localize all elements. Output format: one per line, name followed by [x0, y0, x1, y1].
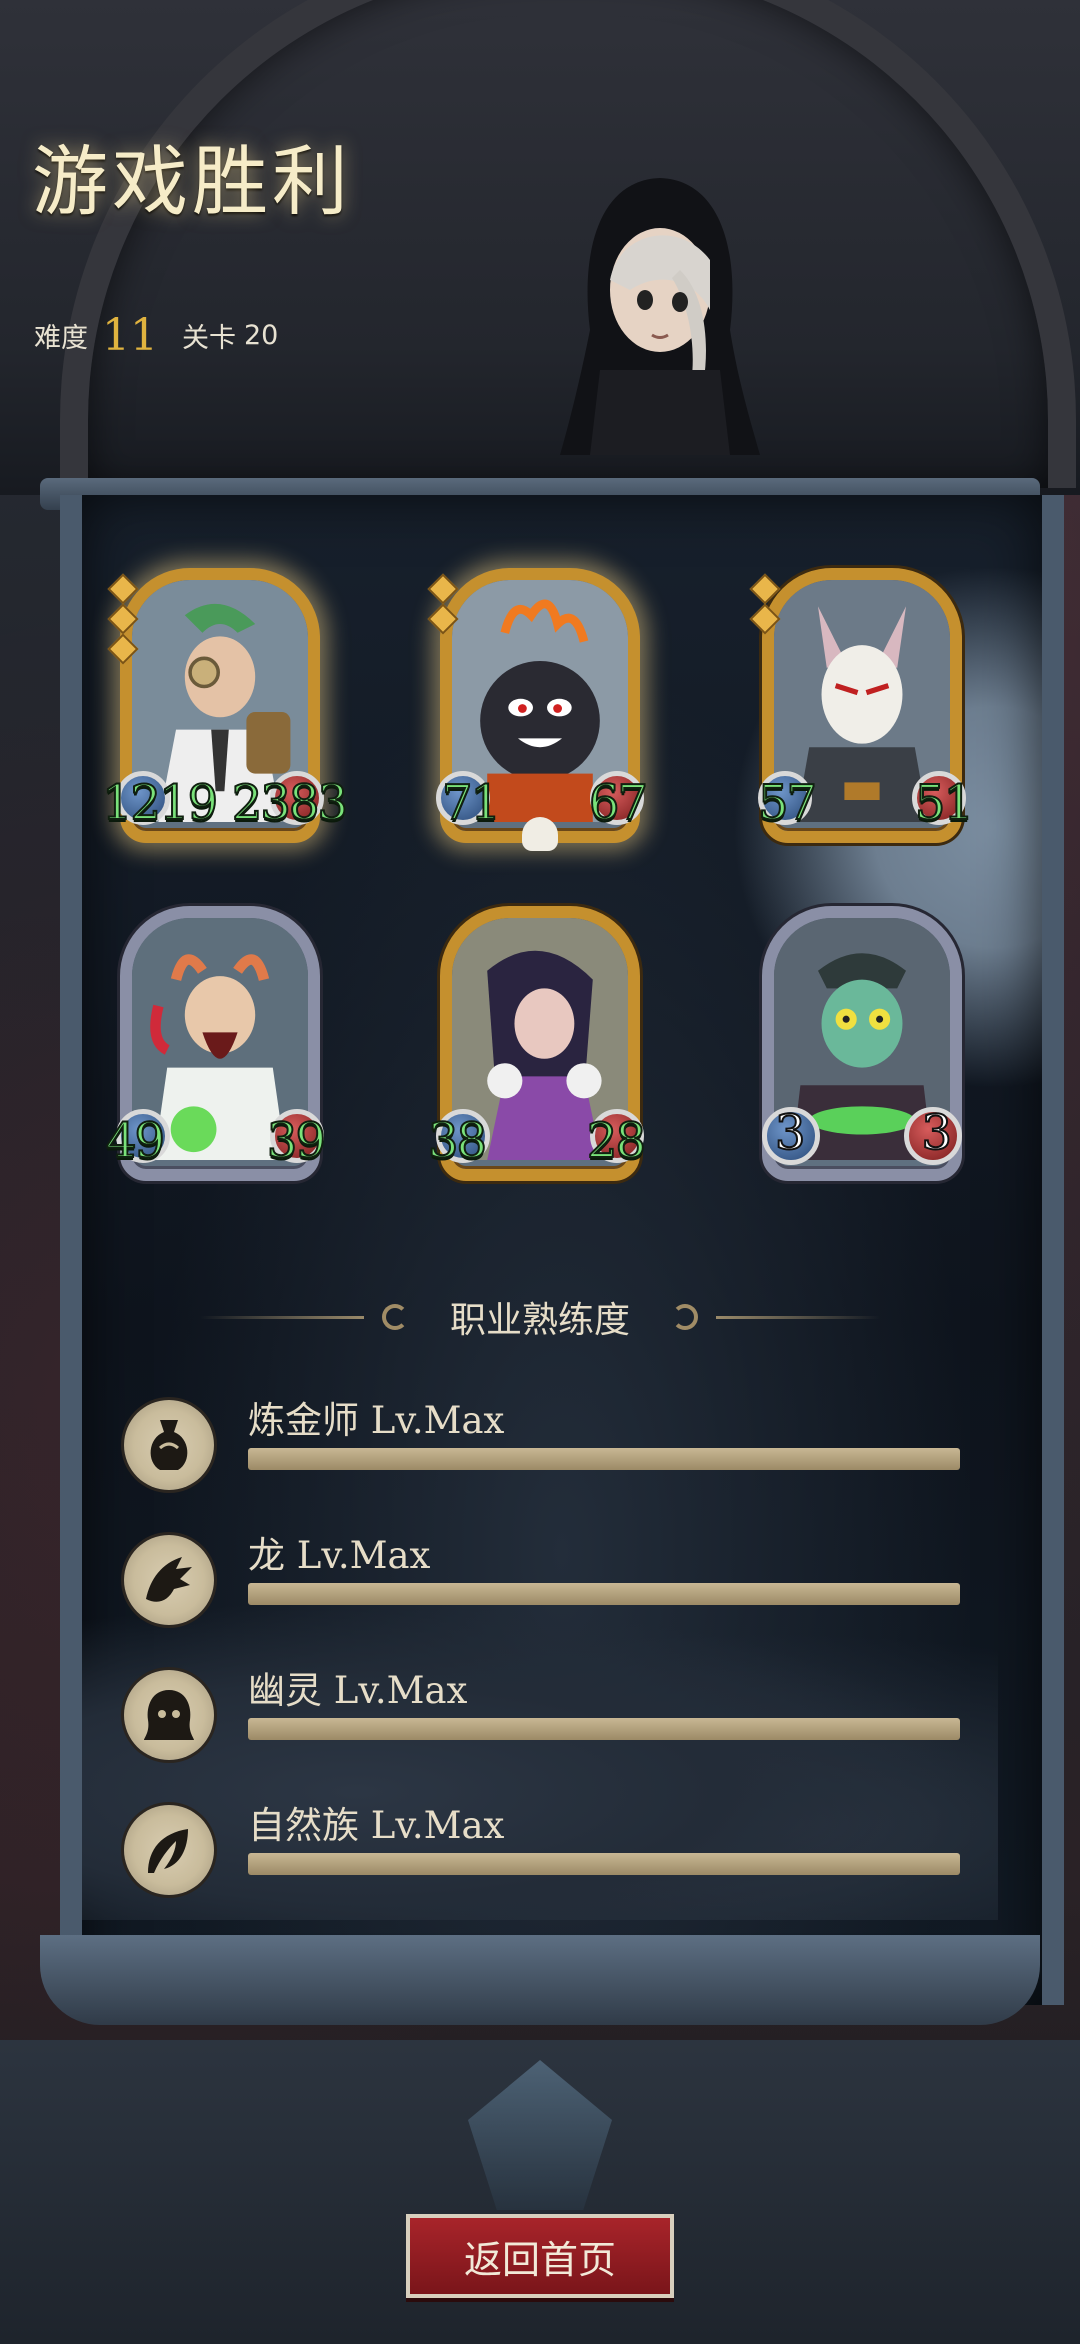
panel-bottom-rim [40, 1935, 1040, 2025]
difficulty-label: 难度 [34, 323, 88, 354]
nature-class-icon [124, 1805, 214, 1895]
card-star-rank [107, 573, 139, 668]
mastery-progress-fill [248, 1583, 960, 1605]
card-health: 28 [586, 1112, 647, 1170]
card-attack: 71 [441, 774, 502, 832]
card-health: 39 [266, 1112, 327, 1170]
zombie-card[interactable]: 3 3 [762, 906, 962, 1181]
alchemist-class-icon [124, 1400, 214, 1490]
mastery-label: 龙 Lv.Max [248, 1534, 431, 1577]
ghost-class-icon [124, 1670, 214, 1760]
card-attack: 3 [774, 1104, 806, 1162]
mastery-row-alchemist: 炼金师 Lv.Max [124, 1390, 964, 1490]
swirl-ornament-icon [672, 1304, 699, 1330]
mastery-label: 自然族 Lv.Max [248, 1804, 505, 1847]
section-title: 职业熟练度 [450, 1300, 631, 1341]
mastery-progress-bar [248, 1583, 960, 1605]
mastery-progress-bar [248, 1718, 960, 1740]
class-mastery-heading: 职业熟练度 [200, 1295, 881, 1341]
mastery-progress-fill [248, 1448, 960, 1470]
victory-header: 游戏胜利 难度 11 关卡 20 [0, 0, 1080, 495]
card-star-rank [427, 573, 459, 638]
stage-value: 20 [244, 320, 279, 351]
mastery-row-nature: 自然族 Lv.Max [124, 1795, 964, 1895]
card-attack: 1219 [101, 774, 219, 832]
stone-base-decoration [0, 2040, 1080, 2344]
card-attack: 57 [757, 774, 818, 832]
alchemist-card[interactable]: 1219 2383 [101, 568, 349, 843]
mad-scientist-card[interactable]: 49 39 [105, 906, 327, 1181]
dragon-class-icon [124, 1535, 214, 1625]
return-home-button[interactable]: 返回首页 [406, 2214, 674, 2298]
mastery-progress-fill [248, 1718, 960, 1740]
bomb-card[interactable]: 71 67 [427, 568, 649, 851]
mastery-row-dragon: 龙 Lv.Max [124, 1525, 964, 1625]
mastery-progress-bar [248, 1448, 960, 1470]
card-health: 2383 [231, 774, 349, 832]
page-title: 游戏胜利 [32, 137, 352, 226]
card-health: 3 [920, 1104, 952, 1162]
level-info: 难度 11 关卡 20 [34, 310, 278, 361]
card-star-rank [749, 573, 781, 638]
heading-divider-right [716, 1315, 881, 1319]
card-attack: 38 [427, 1112, 488, 1170]
mastery-progress-fill [248, 1853, 960, 1875]
swirl-ornament-icon [382, 1304, 408, 1330]
mastery-label: 幽灵 Lv.Max [248, 1669, 468, 1712]
difficulty-value: 11 [102, 310, 158, 361]
hooded-hero-portrait [560, 178, 760, 455]
rat-mask-card[interactable]: 57 51 [749, 568, 975, 843]
mastery-row-ghost: 幽灵 Lv.Max [124, 1660, 964, 1760]
skull-icon [522, 817, 558, 851]
card-health: 67 [588, 774, 649, 832]
card-health: 51 [914, 774, 975, 832]
heading-divider-left [200, 1315, 364, 1319]
witch-card[interactable]: 38 28 [427, 906, 647, 1181]
card-attack: 49 [105, 1112, 166, 1170]
mastery-label: 炼金师 Lv.Max [248, 1399, 505, 1442]
stage-label: 关卡 [182, 323, 236, 354]
mastery-progress-bar [248, 1853, 960, 1875]
crest-ornament [468, 2060, 612, 2210]
